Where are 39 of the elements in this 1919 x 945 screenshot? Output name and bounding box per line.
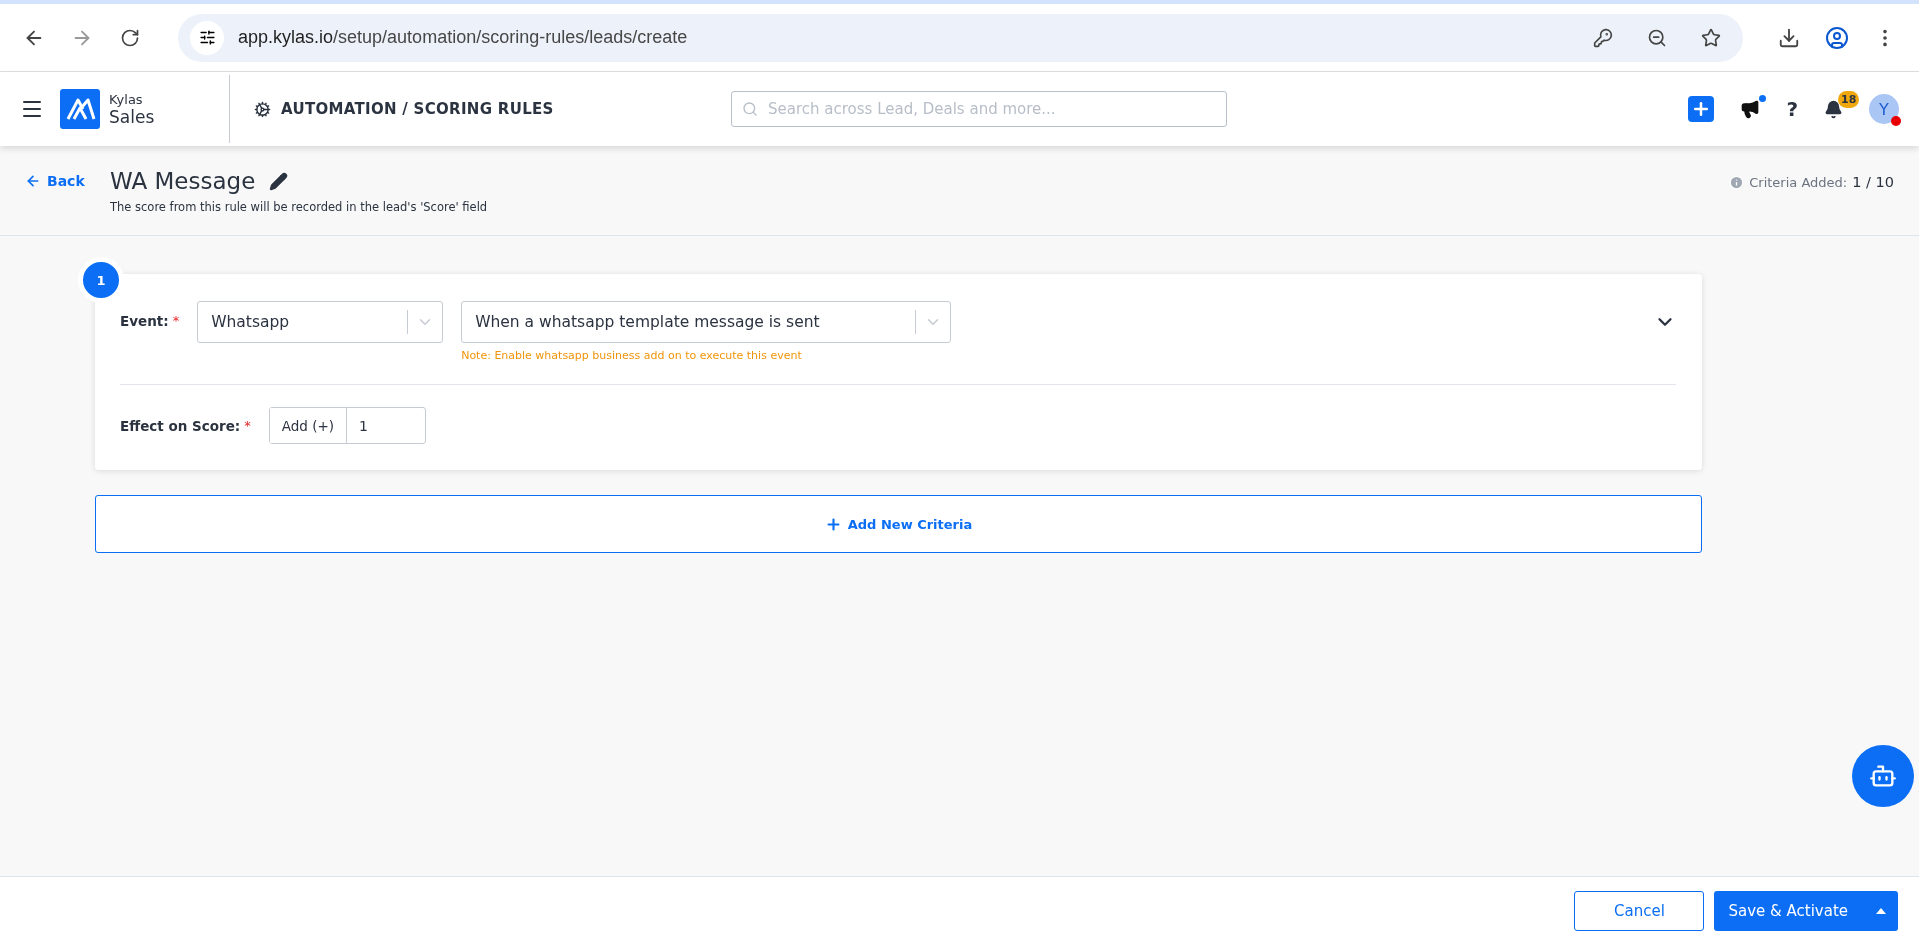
effect-label: Effect on Score: (120, 417, 241, 434)
required-mark: * (172, 313, 180, 329)
required-mark: * (244, 417, 251, 434)
plus-icon (824, 515, 842, 533)
search-field[interactable]: Search across Lead, Deals and more... (731, 91, 1227, 127)
back-link[interactable]: Back (25, 173, 110, 189)
event-type-select[interactable]: Whatsapp (197, 301, 444, 343)
url-text: app.kylas.io/setup/automation/scoring-rules/leads/create (238, 27, 689, 48)
bell-icon[interactable] (1824, 99, 1843, 119)
criteria-number: 1 (78, 257, 124, 303)
cogs-icon (254, 100, 271, 118)
event-note: Note: Enable whatsapp business add on to execute this event (461, 349, 803, 362)
search-input[interactable]: Search across Lead, Deals and more... (766, 99, 1216, 119)
address-bar[interactable]: app.kylas.io/setup/automation/scoring-rules/leads/create (178, 13, 1743, 62)
logo-icon (60, 89, 100, 129)
event-label: Event: (120, 313, 169, 329)
criteria-label: Criteria Added: (1749, 174, 1848, 190)
arrow-left-icon (25, 173, 41, 189)
score-input[interactable]: 1 (347, 408, 426, 443)
add-button[interactable] (1688, 96, 1715, 122)
info-icon (1729, 174, 1745, 190)
save-button[interactable]: Save & Activate (1714, 891, 1864, 931)
event-select[interactable]: When a whatsapp template message is sent (461, 301, 952, 343)
rule-title: WA Message (110, 168, 256, 194)
product-name: Sales (109, 106, 156, 127)
operation-select[interactable]: Add (+) (269, 408, 348, 443)
megaphone-icon[interactable] (1740, 99, 1761, 119)
rule-subtitle: The score from this rule will be recorded in the lead's 'Score' field (110, 200, 488, 214)
add-criteria-button[interactable]: Add New Criteria (95, 495, 1702, 553)
breadcrumb: AUTOMATION / SCORING RULES (281, 100, 555, 118)
site-settings-icon[interactable] (190, 20, 224, 55)
edit-icon[interactable] (269, 171, 289, 191)
search-icon (742, 101, 758, 117)
score-field[interactable]: Add (+) 1 (268, 407, 427, 444)
help-link[interactable]: ? (1786, 97, 1798, 121)
criteria-count: 1 / 10 (1852, 174, 1894, 190)
brand-name: Kylas (109, 91, 144, 107)
cancel-button[interactable]: Cancel (1574, 891, 1705, 931)
notification-count: 18 (1838, 90, 1860, 108)
